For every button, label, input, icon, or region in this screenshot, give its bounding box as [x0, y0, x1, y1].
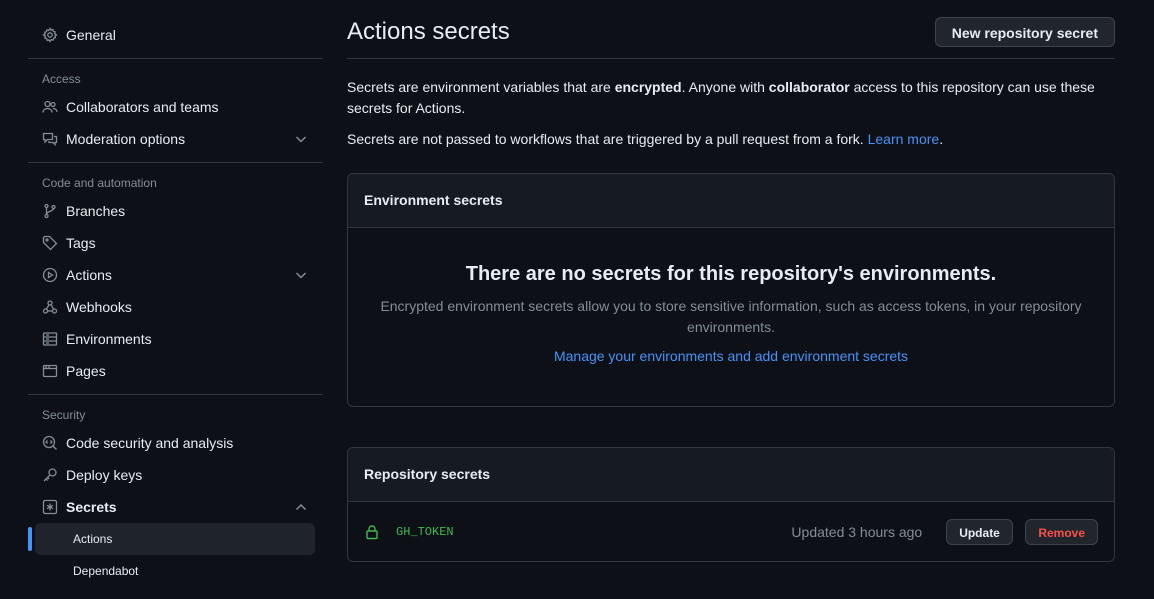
settings-sidebar: General Access Collaborators and teams M… [28, 19, 323, 587]
tag-icon [42, 235, 58, 251]
remove-secret-button[interactable]: Remove [1025, 518, 1098, 545]
sidebar-item-label: General [66, 27, 116, 43]
divider [28, 394, 323, 395]
chevron-up-icon[interactable] [293, 499, 309, 515]
sidebar-item-label: Branches [66, 203, 126, 219]
sidebar-item-collaborators[interactable]: Collaborators and teams [28, 91, 323, 123]
key-icon [42, 467, 58, 483]
sidebar-item-label: Moderation options [66, 131, 186, 147]
sidebar-item-label: Actions [66, 267, 112, 283]
section-title-security: Security [42, 408, 86, 422]
page-title: Actions secrets [347, 17, 510, 45]
sidebar-item-moderation[interactable]: Moderation options [28, 123, 323, 155]
secret-actions: Update Remove [946, 518, 1098, 545]
secret-name: GH_TOKEN [396, 524, 454, 539]
sidebar-item-webhooks[interactable]: Webhooks [28, 291, 323, 323]
desc-text: . [939, 131, 944, 147]
key-asterisk-icon [42, 499, 58, 515]
codescan-icon [42, 435, 58, 451]
sidebar-item-actions[interactable]: Actions [28, 259, 323, 291]
sidebar-item-label: Collaborators and teams [66, 99, 219, 115]
sidebar-item-tags[interactable]: Tags [28, 227, 323, 259]
blankslate: There are no secrets for this repository… [348, 228, 1114, 406]
secret-updated-time: Updated 3 hours ago [791, 523, 923, 540]
desc-text: Secrets are not passed to workflows that… [347, 131, 868, 147]
secret-row: GH_TOKEN Updated 3 hours ago Update Remo… [348, 502, 1114, 561]
sidebar-item-label: Code security and analysis [66, 435, 234, 451]
fork-note-paragraph: Secrets are not passed to workflows that… [347, 129, 1115, 150]
sidebar-item-environments[interactable]: Environments [28, 323, 323, 355]
desc-emphasis: encrypted [614, 79, 682, 95]
server-icon [42, 331, 58, 347]
description-paragraph: Secrets are environment variables that a… [347, 77, 1115, 119]
desc-emphasis: collaborator [768, 79, 850, 95]
webhook-icon [42, 299, 58, 315]
section-title-access: Access [42, 72, 81, 86]
sidebar-item-code-security[interactable]: Code security and analysis [28, 427, 323, 459]
blankslate-title: There are no secrets for this repository… [465, 263, 997, 285]
desc-text: . Anyone with [681, 79, 769, 95]
repository-secrets-header: Repository secrets [348, 448, 1114, 502]
sidebar-item-pages[interactable]: Pages [28, 355, 323, 387]
section-title-code: Code and automation [42, 176, 157, 190]
sidebar-item-secrets[interactable]: Secrets [28, 491, 323, 523]
lock-icon [364, 524, 380, 540]
sidebar-subitem-dependabot[interactable]: Dependabot [35, 555, 323, 587]
sidebar-subitem-actions[interactable]: Actions [28, 523, 315, 555]
sidebar-item-general[interactable]: General [28, 19, 323, 51]
new-repository-secret-button[interactable]: New repository secret [934, 16, 1115, 47]
sidebar-item-label: Webhooks [66, 299, 132, 315]
sidebar-item-label: Environments [66, 331, 152, 347]
desc-text: Secrets are environment variables that a… [347, 79, 615, 95]
divider [28, 58, 323, 59]
blankslate-text: Encrypted environment secrets allow you … [380, 298, 1082, 335]
comment-discussion-icon [42, 131, 58, 147]
page-header: Actions secrets New repository secret [347, 15, 1115, 59]
chevron-down-icon[interactable] [293, 131, 309, 147]
git-branch-icon [42, 203, 58, 219]
repository-secrets-box: Repository secrets GH_TOKEN Updated 3 ho… [347, 447, 1115, 562]
play-icon [42, 267, 58, 283]
sidebar-item-deploy-keys[interactable]: Deploy keys [28, 459, 323, 491]
gear-icon [42, 27, 58, 43]
main-content: Actions secrets New repository secret Se… [347, 15, 1115, 562]
sidebar-item-label: Pages [66, 363, 106, 379]
update-secret-button[interactable]: Update [946, 518, 1013, 545]
browser-icon [42, 363, 58, 379]
learn-more-link[interactable]: Learn more [868, 131, 940, 147]
divider [28, 162, 323, 163]
environment-secrets-header: Environment secrets [348, 174, 1114, 228]
people-icon [42, 99, 58, 115]
manage-environments-link[interactable]: Manage your environments and add environ… [554, 348, 908, 364]
sidebar-item-label: Secrets [66, 499, 117, 515]
chevron-down-icon[interactable] [293, 267, 309, 283]
sidebar-item-label: Deploy keys [66, 467, 143, 483]
sidebar-item-branches[interactable]: Branches [28, 195, 323, 227]
sidebar-item-label: Tags [66, 235, 96, 251]
environment-secrets-box: Environment secrets There are no secrets… [347, 173, 1115, 407]
